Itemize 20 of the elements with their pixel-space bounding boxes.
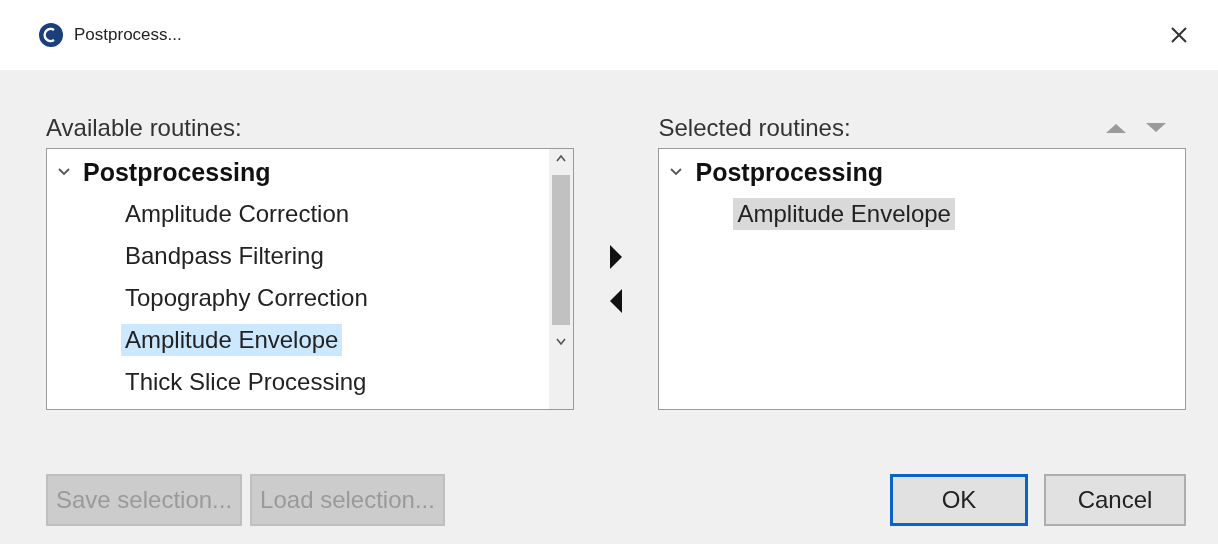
tree-item[interactable]: Amplitude Correction bbox=[121, 198, 354, 230]
scrollbar[interactable] bbox=[548, 149, 573, 409]
list-label: Available routines: bbox=[46, 114, 243, 142]
tree-item[interactable]: Amplitude Envelope bbox=[121, 324, 343, 356]
window-title: Postprocess... bbox=[74, 25, 183, 45]
chevron-down-icon[interactable] bbox=[669, 167, 684, 177]
tree-item[interactable]: Amplitude Envelope bbox=[733, 198, 955, 230]
add-arrow-button[interactable] bbox=[609, 244, 623, 270]
scroll-thumb[interactable] bbox=[551, 175, 570, 325]
tree-item[interactable]: Bandpass Filtering bbox=[121, 240, 328, 272]
remove-arrow-button[interactable] bbox=[609, 288, 623, 314]
chevron-down-icon[interactable] bbox=[57, 167, 71, 177]
tree-item[interactable]: Thick Slice Processing bbox=[121, 366, 371, 398]
dialog-button[interactable]: Cancel bbox=[1044, 474, 1186, 526]
list-label: Selected routines: bbox=[658, 114, 852, 142]
app-logo-icon bbox=[38, 22, 64, 48]
tree-item[interactable]: Topography Correction bbox=[121, 282, 372, 314]
dialog-button[interactable]: OK bbox=[890, 474, 1028, 526]
tree-node[interactable]: Postprocessing bbox=[83, 157, 271, 187]
tree-node[interactable]: Postprocessing bbox=[695, 157, 883, 187]
